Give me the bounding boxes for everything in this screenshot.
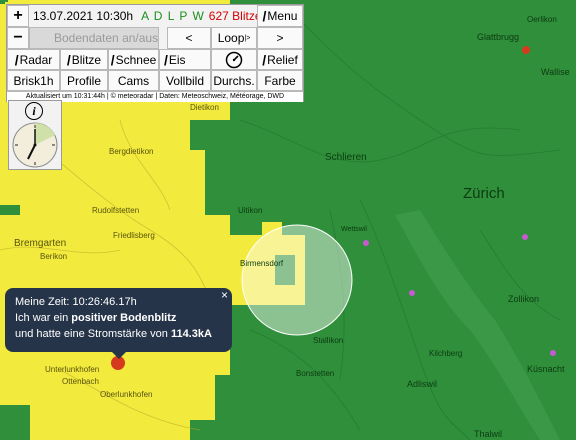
lightning-count: 627 Blitze	[208, 9, 257, 23]
popup-current: 114.3kA	[170, 328, 212, 340]
clock-panel: i	[8, 100, 62, 170]
check-icon: /	[262, 8, 267, 24]
check-icon: /	[66, 51, 71, 68]
label-ottenbach: Ottenbach	[62, 377, 99, 386]
label-zurich: Zürich	[463, 185, 505, 202]
label-dietikon: Dietikon	[190, 103, 219, 112]
farbe-button[interactable]: Farbe	[257, 70, 303, 91]
ground-data-select[interactable]: Bodendaten an/aus ▼	[29, 27, 159, 49]
label-unterlunkhofen: Unterlunkhofen	[45, 365, 99, 374]
control-panel: + 13.07.2021 10:30h A D L P W 627 Blitze…	[6, 4, 304, 102]
loop-mark: |>	[244, 34, 251, 42]
next-button[interactable]: >	[257, 27, 303, 49]
check-icon: /	[14, 51, 19, 68]
label-wallisellen: Wallise	[541, 67, 570, 77]
label-thalwil: Thalwil	[474, 429, 502, 439]
zoom-in-button[interactable]: +	[7, 5, 29, 27]
popup-line2-prefix: Ich war ein	[15, 312, 69, 324]
lightning-marker-small[interactable]	[409, 290, 415, 296]
label-schlieren: Schlieren	[325, 152, 367, 163]
info-icon[interactable]: i	[25, 102, 43, 120]
toggle-schnee-label: Schnee	[115, 52, 157, 67]
label-rudolfstetten: Rudolfstetten	[92, 206, 139, 215]
label-kusnacht: Küsnacht	[527, 364, 565, 374]
brisk-button[interactable]: Brisk1h	[7, 70, 60, 91]
vollbild-button[interactable]: Vollbild	[159, 70, 211, 91]
ground-data-label: Bodendaten an/aus	[54, 31, 159, 45]
zoom-out-button[interactable]: −	[7, 27, 29, 49]
label-berikon: Berikon	[40, 252, 67, 261]
lightning-marker-small[interactable]	[550, 350, 556, 356]
label-friedlisberg: Friedlisberg	[113, 231, 155, 240]
clock-icon[interactable]	[11, 121, 59, 169]
check-icon: /	[164, 51, 168, 68]
speed-gauge-button[interactable]	[211, 49, 257, 70]
toggle-schnee[interactable]: / Schnee	[108, 49, 159, 70]
popup-strike-type: positiver Bodenblitz	[71, 312, 177, 324]
label-glattbrugg: Glattbrugg	[477, 32, 519, 42]
popup-line3: und hatte eine Stromstärke von 114.3kA	[15, 326, 222, 342]
popup-pointer	[112, 352, 126, 359]
label-bremgarten: Bremgarten	[14, 238, 66, 249]
cams-button[interactable]: Cams	[108, 70, 159, 91]
header-info: 13.07.2021 10:30h A D L P W 627 Blitze	[29, 5, 257, 27]
loop-button[interactable]: Loop |>	[211, 27, 257, 49]
popup-line3-prefix: und hatte eine Stromstärke von	[15, 328, 168, 340]
menu-label: Menu	[267, 9, 298, 23]
check-icon: /	[262, 51, 267, 68]
close-icon[interactable]: ×	[221, 287, 228, 303]
popup-line2: Ich war ein positiver Bodenblitz	[15, 310, 222, 326]
chevron-down-icon: ▼	[158, 33, 159, 43]
durchs-button[interactable]: Durchs.	[211, 70, 257, 91]
station-letters: A D L P W	[141, 9, 205, 23]
gauge-icon	[225, 51, 243, 68]
label-uitikon: Uitikon	[238, 206, 262, 215]
profile-button[interactable]: Profile	[60, 70, 108, 91]
label-oberlunkhofen: Oberlunkhofen	[100, 390, 152, 399]
label-adliswil: Adliswil	[407, 379, 437, 389]
check-icon: /	[110, 51, 115, 68]
loop-label: Loop	[217, 31, 245, 45]
toggle-relief-label: Relief	[267, 52, 298, 67]
lightning-marker-small[interactable]	[522, 234, 528, 240]
toggle-blitze-label: Blitze	[71, 52, 102, 67]
prev-button[interactable]: <	[167, 27, 211, 49]
radius-circle	[241, 224, 353, 336]
label-zollikon: Zollikon	[508, 294, 539, 304]
menu-button[interactable]: / Menu	[257, 5, 303, 27]
toggle-blitze[interactable]: / Blitze	[60, 49, 108, 70]
toggle-relief[interactable]: / Relief	[257, 49, 303, 70]
label-wettswil: Wettswil	[341, 226, 367, 233]
label-kilchberg: Kilchberg	[429, 349, 462, 358]
toggle-radar-label: Radar	[19, 52, 53, 67]
toggle-eis-label: Eis	[168, 52, 186, 67]
label-stallikon: Stallikon	[313, 336, 343, 345]
label-oerlikon: Oerlikon	[527, 15, 557, 24]
toggle-eis[interactable]: / Eis	[159, 49, 211, 70]
lightning-info-popup: × Meine Zeit: 10:26:46.17h Ich war ein p…	[5, 288, 232, 352]
label-bergdietikon: Bergdietikon	[109, 147, 153, 156]
datetime-label: 13.07.2021 10:30h	[33, 9, 134, 23]
lightning-marker[interactable]	[522, 46, 530, 54]
lightning-marker-small[interactable]	[363, 240, 369, 246]
label-birmensdorf: Birmensdorf	[240, 259, 284, 268]
popup-time-line: Meine Zeit: 10:26:46.17h	[15, 296, 137, 308]
toggle-radar[interactable]: / Radar	[7, 49, 60, 70]
label-bonstetten: Bonstetten	[296, 369, 334, 378]
